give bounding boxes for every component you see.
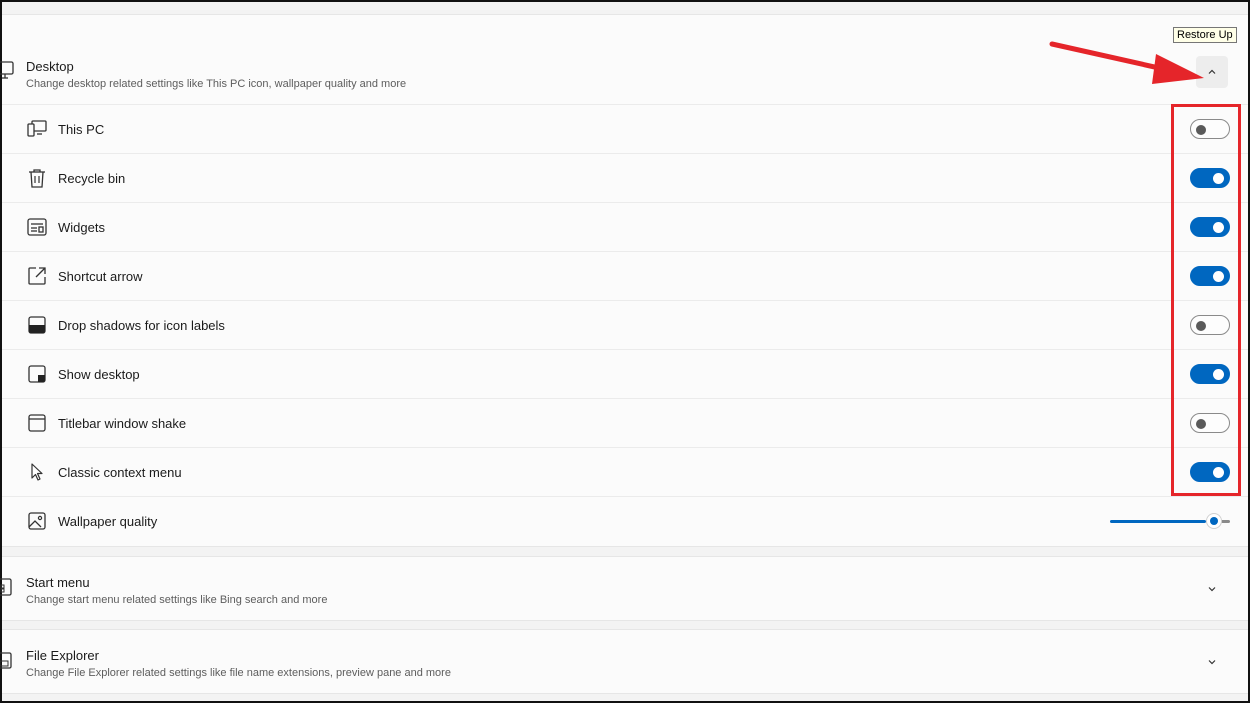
desktop-section-title: Desktop <box>26 59 74 74</box>
setting-label: Wallpaper quality <box>58 514 158 529</box>
setting-row-titlebar-shake: Titlebar window shake <box>2 398 1248 447</box>
desktop-section: Desktop Change desktop related settings … <box>0 14 1248 547</box>
setting-label: This PC <box>58 122 105 137</box>
start-menu-section-title: Start menu <box>26 575 90 590</box>
expand-button[interactable] <box>1196 573 1228 605</box>
file-explorer-section-title: File Explorer <box>26 648 99 663</box>
wallpaper-quality-slider[interactable] <box>1110 513 1230 529</box>
monitor-icon <box>0 61 14 79</box>
desktop-settings-list: This PC Recycle bin Widgets Shortcut arr… <box>2 104 1248 545</box>
annotation-arrow <box>1049 41 1204 84</box>
setting-row-wallpaper-quality: Wallpaper quality <box>2 496 1248 545</box>
setting-label: Classic context menu <box>58 465 182 480</box>
setting-row-show-desktop: Show desktop <box>2 349 1248 398</box>
titlebar-window-icon <box>28 414 46 432</box>
start-menu-section-description: Change start menu related settings like … <box>26 594 328 606</box>
start-menu-icon <box>0 578 12 596</box>
drop-shadow-icon <box>28 316 46 334</box>
file-explorer-section-header[interactable]: File Explorer Change File Explorer relat… <box>0 630 1248 693</box>
annotation-highlight-box <box>1171 104 1241 496</box>
show-desktop-icon <box>28 365 46 383</box>
setting-label: Widgets <box>58 220 105 235</box>
setting-label: Recycle bin <box>58 171 126 186</box>
setting-row-classic-context-menu: Classic context menu <box>2 447 1248 496</box>
top-strip <box>2 2 1248 14</box>
setting-label: Drop shadows for icon labels <box>58 318 225 333</box>
image-icon <box>28 512 46 530</box>
file-explorer-section-description: Change File Explorer related settings li… <box>26 667 451 679</box>
recycle-bin-icon <box>29 169 45 188</box>
slider-track-fill <box>1110 520 1206 523</box>
start-menu-section: Start menu Change start menu related set… <box>0 556 1248 621</box>
setting-label: Shortcut arrow <box>58 269 143 284</box>
start-menu-section-header[interactable]: Start menu Change start menu related set… <box>0 557 1248 620</box>
cursor-icon <box>31 463 43 481</box>
setting-label: Show desktop <box>58 367 140 382</box>
setting-row-widgets: Widgets <box>2 202 1248 251</box>
file-explorer-section: File Explorer Change File Explorer relat… <box>0 629 1248 694</box>
setting-row-drop-shadows: Drop shadows for icon labels <box>2 300 1248 349</box>
expand-button[interactable] <box>1196 646 1228 678</box>
shortcut-arrow-icon <box>28 267 46 285</box>
slider-thumb[interactable] <box>1207 514 1221 528</box>
widgets-icon <box>27 218 47 236</box>
setting-row-recycle-bin: Recycle bin <box>2 153 1248 202</box>
chevron-down-icon <box>1208 587 1216 592</box>
chevron-down-icon <box>1208 660 1216 665</box>
desktop-section-description: Change desktop related settings like Thi… <box>26 78 407 90</box>
setting-label: Titlebar window shake <box>58 416 187 431</box>
setting-row-this-pc: This PC <box>2 104 1248 153</box>
file-explorer-icon <box>0 652 12 669</box>
this-pc-icon <box>27 120 47 137</box>
slider-track-rest <box>1221 520 1230 523</box>
setting-row-shortcut-arrow: Shortcut arrow <box>2 251 1248 300</box>
